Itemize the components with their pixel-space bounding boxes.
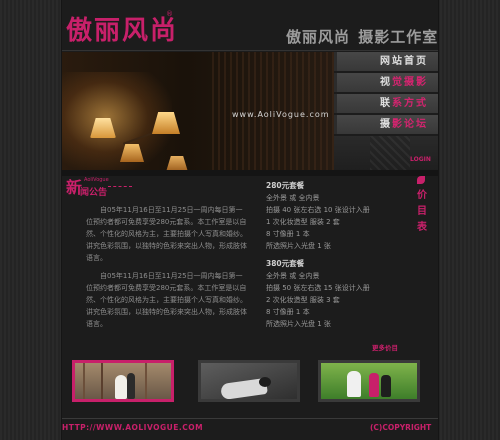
hair-shape	[259, 377, 271, 387]
footer-copyright: (C)COPYRIGHT	[370, 423, 432, 432]
news-heading-label: 闻公告	[80, 188, 108, 198]
groom-figure	[381, 375, 391, 397]
gallery-thumb-reclining[interactable]	[198, 360, 300, 402]
footer-url-link[interactable]: HTTP://WWW.AOLIVOGUE.COM	[62, 423, 203, 432]
price-heading-char: 表	[417, 222, 427, 233]
package-line: 所选照片入光盘 1 张	[266, 320, 331, 328]
registered-mark: ®	[166, 10, 173, 18]
nav-item-label: 网站首页	[380, 56, 428, 67]
news-divider	[108, 186, 132, 187]
nav-item-label: 联	[380, 98, 392, 109]
studio-label: 摄影工作室	[358, 28, 439, 46]
watermark-icon	[370, 136, 410, 170]
bridesmaid-figure	[369, 373, 379, 397]
banner-url: www.AoliVogue.com	[232, 110, 330, 119]
package-line: 2 次化妆造型 服装 3 套	[266, 296, 340, 304]
lamp-glow	[62, 72, 172, 170]
site-logo[interactable]: 傲丽风尚	[66, 10, 178, 47]
header-divider	[62, 50, 438, 51]
package-line: 8 寸像册 1 本	[266, 230, 310, 238]
nav-item-label: 摄	[380, 119, 392, 130]
package-line: 拍摄 50 张左右选 15 张设计入册	[266, 284, 370, 292]
price-heading-char: 价	[417, 190, 427, 201]
package-line: 全外景 或 全内景	[266, 272, 320, 280]
price-list-heading: 价 目 表	[411, 176, 437, 238]
studio-brand: 傲丽风尚	[286, 28, 351, 46]
package-line: 所选照片入光盘 1 张	[266, 242, 331, 250]
package-line: 8 寸像册 1 本	[266, 308, 310, 316]
nav-item-forum[interactable]: 摄影论坛	[334, 115, 438, 134]
nav-item-label-highlight: 系方式	[392, 98, 428, 109]
nav-item-label-highlight: 觉摄影	[392, 77, 428, 88]
package-line: 拍摄 40 张左右选 10 张设计入册	[266, 206, 370, 214]
news-heading-sub: AoliVogue	[84, 177, 109, 183]
nav-decoration	[334, 136, 438, 170]
nav-item-label-highlight: 影论坛	[392, 119, 428, 130]
login-link[interactable]: LOGIN	[410, 156, 431, 163]
package-line: 全外景 或 全内景	[266, 194, 320, 202]
news-body: 自05年11月16日至11月25日一周内每日第一位预约者都可免费享受280元套系…	[86, 204, 248, 336]
package-title: 380元套餐	[266, 259, 305, 268]
nav-item-photography[interactable]: 视觉摄影	[334, 73, 438, 92]
bride-figure	[347, 371, 361, 397]
groom-figure	[127, 373, 135, 399]
package-line: 1 次化妆造型 服装 2 套	[266, 218, 340, 226]
bride-figure	[115, 375, 127, 399]
gallery-thumb-forest[interactable]	[72, 360, 174, 402]
price-heading-char: 目	[417, 206, 427, 217]
footer-divider	[62, 418, 438, 419]
price-list: 280元套餐 全外景 或 全内景 拍摄 40 张左右选 10 张设计入册 1 次…	[266, 180, 406, 330]
nav-item-contact[interactable]: 联系方式	[334, 94, 438, 113]
studio-sep	[351, 28, 357, 46]
studio-title: 傲丽风尚 摄影工作室	[286, 26, 438, 47]
nav-item-label: 视	[380, 77, 392, 88]
more-prices-link[interactable]: 更多价目	[372, 342, 398, 352]
news-paragraph: 自05年11月16日至11月25日一周内每日第一位预约者都可免费享受280元套系…	[86, 272, 247, 328]
main-nav: 网站首页 视觉摄影 联系方式 摄影论坛	[334, 52, 438, 136]
package-title: 280元套餐	[266, 181, 305, 190]
leaf-icon	[417, 176, 425, 184]
news-paragraph: 自05年11月16日至11月25日一周内每日第一位预约者都可免费享受280元套系…	[86, 206, 247, 262]
gallery-thumb-garden[interactable]	[318, 360, 420, 402]
nav-item-home[interactable]: 网站首页	[334, 52, 438, 71]
